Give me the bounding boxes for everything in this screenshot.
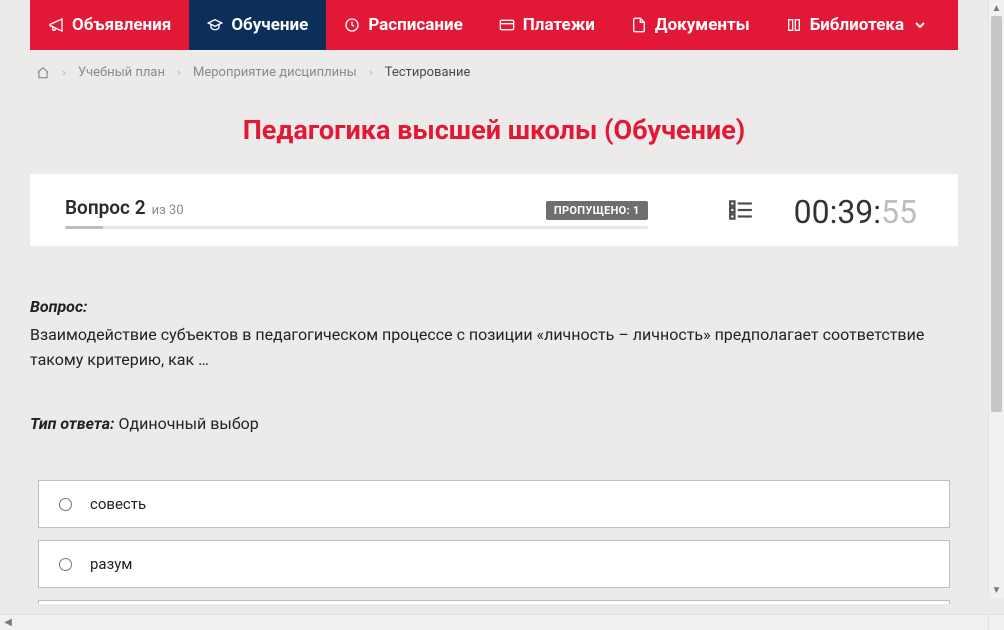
scroll-track[interactable] — [989, 16, 1004, 582]
nav-item-label: Обучение — [231, 15, 308, 35]
breadcrumb-link[interactable]: Мероприятие дисциплины — [193, 65, 357, 80]
card-icon — [499, 17, 515, 33]
list-icon — [728, 197, 754, 223]
scroll-down-arrow[interactable]: ▼ — [989, 582, 1004, 598]
breadcrumb-link[interactable]: Учебный план — [78, 65, 165, 80]
chevron-down-icon — [912, 17, 928, 33]
question-label: Вопрос: — [30, 297, 87, 316]
scrollbar-corner — [988, 614, 1004, 630]
scroll-thumb[interactable] — [991, 16, 1002, 412]
nav-item-announcements[interactable]: Объявления — [30, 0, 189, 50]
scroll-track[interactable] — [16, 615, 988, 630]
options-list: совесть разум — [30, 480, 958, 604]
option-label: совесть — [90, 495, 146, 513]
breadcrumb-current: Тестирование — [385, 65, 471, 80]
nav-item-label: Библиотека — [810, 15, 904, 35]
nav-item-schedule[interactable]: Расписание — [326, 0, 480, 50]
clock-icon — [344, 17, 360, 33]
library-icon — [786, 17, 802, 33]
option-item[interactable]: совесть — [38, 480, 950, 528]
announce-icon — [48, 17, 64, 33]
option-item-partial[interactable] — [38, 600, 950, 604]
question-number: Вопрос 2 — [65, 196, 146, 219]
education-icon — [207, 17, 223, 33]
option-radio[interactable] — [59, 498, 72, 511]
question-body: Вопрос: Взаимодействие субъектов в педаг… — [30, 246, 958, 436]
nav-item-label: Платежи — [523, 15, 595, 35]
option-item[interactable]: разум — [38, 540, 950, 588]
top-nav: Объявления Обучение Расписание Платежи Д… — [30, 0, 958, 50]
answer-type-label: Тип ответа: — [30, 414, 114, 433]
page-title: Педагогика высшей школы (Обучение) — [30, 90, 958, 174]
nav-item-library[interactable]: Библиотека — [768, 0, 946, 50]
vertical-scrollbar[interactable]: ▲ ▼ — [988, 0, 1004, 598]
question-total: из 30 — [152, 203, 184, 218]
nav-item-label: Документы — [655, 15, 750, 35]
scroll-left-arrow[interactable]: ◀ — [0, 615, 16, 630]
timer: 00:39:55 — [794, 193, 923, 231]
nav-item-label: Расписание — [368, 15, 462, 35]
progress-bar — [65, 226, 648, 229]
option-label: разум — [90, 555, 132, 573]
question-text: Взаимодействие субъектов в педагогическо… — [30, 322, 958, 373]
nav-item-education[interactable]: Обучение — [189, 0, 326, 50]
chevron-right-icon — [367, 69, 375, 77]
horizontal-scrollbar[interactable]: ◀ ▶ — [0, 614, 1004, 630]
question-list-button[interactable] — [648, 197, 794, 227]
nav-item-payments[interactable]: Платежи — [481, 0, 613, 50]
scroll-up-arrow[interactable]: ▲ — [989, 0, 1004, 16]
skipped-badge: ПРОПУЩЕНО: 1 — [546, 201, 648, 220]
option-radio[interactable] — [59, 558, 72, 571]
nav-item-documents[interactable]: Документы — [613, 0, 768, 50]
chevron-right-icon — [60, 69, 68, 77]
nav-item-label: Объявления — [72, 15, 171, 35]
document-icon — [631, 17, 647, 33]
chevron-right-icon — [175, 69, 183, 77]
home-icon[interactable] — [36, 66, 50, 80]
status-card: Вопрос 2 из 30 ПРОПУЩЕНО: 1 00:39:55 — [30, 174, 958, 246]
breadcrumb: Учебный план Мероприятие дисциплины Тест… — [30, 50, 958, 90]
answer-type-value: Одиночный выбор — [118, 414, 258, 433]
